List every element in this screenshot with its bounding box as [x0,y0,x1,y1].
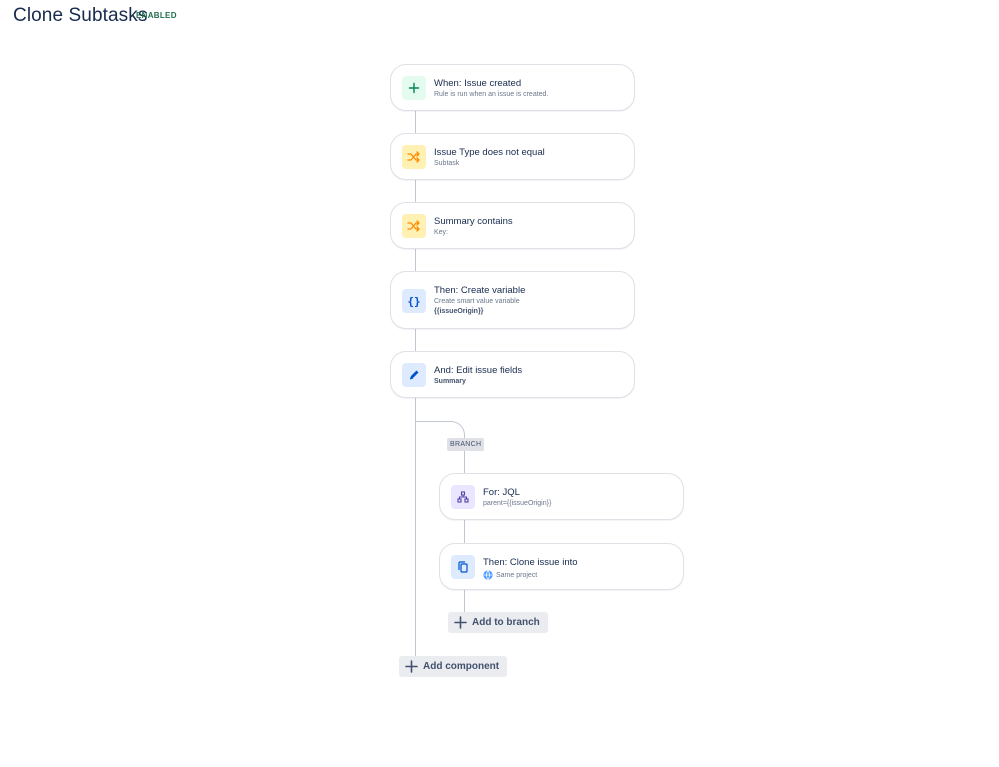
component-title: Then: Clone issue into [483,557,578,568]
component-title: When: Issue created [434,78,522,89]
project-label: Same project [496,571,538,579]
condition-summary-contains[interactable]: Summary contains Key: [390,202,635,249]
component-subtitle: Key: [434,229,449,236]
component-subtitle: parent={{issueOrigin}} [483,500,552,507]
component-title: For: JQL [483,487,520,498]
trigger-issue-created[interactable]: When: Issue created Rule is run when an … [390,64,635,111]
component-subtitle: Create smart value variable [434,298,520,305]
component-title: Then: Create variable [434,285,526,296]
status-badge: ENABLED [136,11,177,20]
braces-icon: {} [402,289,426,313]
pencil-icon [402,363,426,387]
component-detail: {{issueOrigin}} [434,308,484,315]
component-subtitle: Subtask [434,160,460,167]
plus-icon [405,660,418,673]
add-to-branch-button[interactable]: Add to branch [448,612,548,633]
branch-for-jql[interactable]: For: JQL parent={{issueOrigin}} [439,473,684,520]
project-avatar-icon [483,570,493,580]
copy-icon [451,555,475,579]
hierarchy-icon [451,485,475,509]
add-to-branch-label: Add to branch [472,617,540,628]
shuffle-icon [402,145,426,169]
branch-clone-issue[interactable]: Then: Clone issue into Same project [439,543,684,590]
add-component-label: Add component [423,661,500,672]
component-subtitle: Rule is run when an issue is created. [434,91,549,98]
component-title: And: Edit issue fields [434,365,523,376]
component-title: Summary contains [434,216,513,227]
component-subtitle-row: Same project [483,570,537,580]
plus-icon [402,76,426,100]
action-edit-issue-fields[interactable]: And: Edit issue fields Summary [390,351,635,398]
branch-label: BRANCH [447,438,485,451]
component-title: Issue Type does not equal [434,147,545,158]
shuffle-icon [402,214,426,238]
add-component-button[interactable]: Add component [399,656,508,677]
action-create-variable[interactable]: {} Then: Create variable Create smart va… [390,271,635,329]
condition-issue-type[interactable]: Issue Type does not equal Subtask [390,133,635,180]
branch-connector [416,421,465,439]
component-subtitle: Summary [434,378,466,385]
svg-text:{}: {} [407,295,420,307]
plus-icon [454,616,467,629]
page-title: Clone Subtasks [13,5,148,26]
